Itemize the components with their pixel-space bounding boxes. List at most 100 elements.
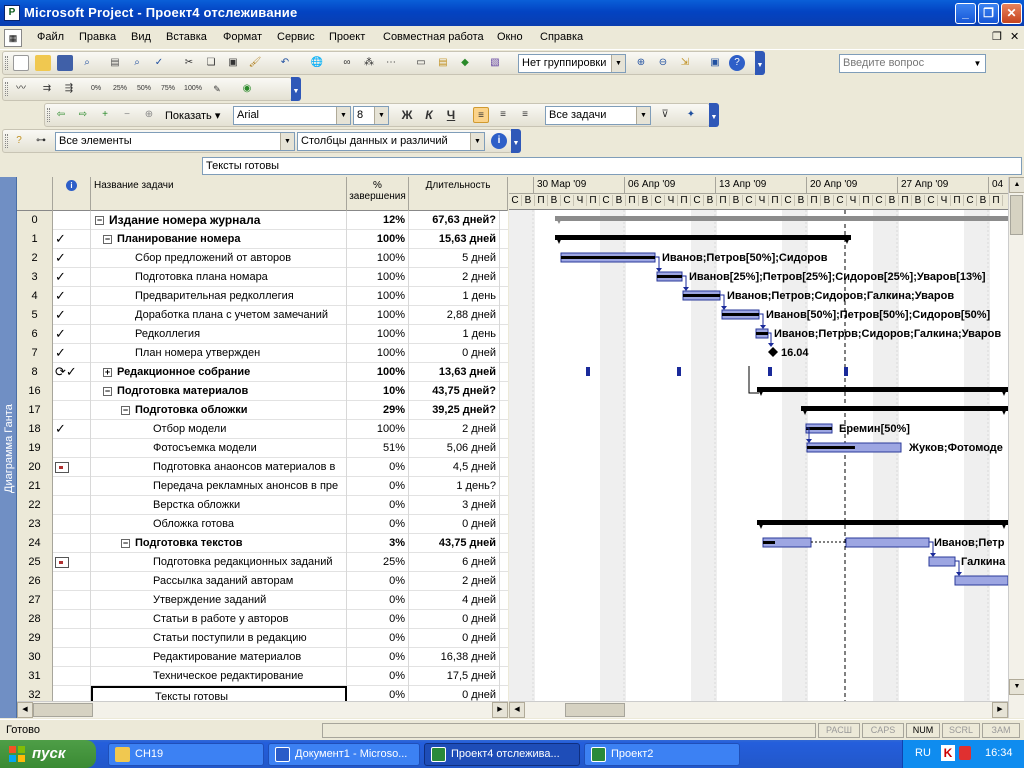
duration-cell[interactable]: 1 день	[409, 287, 500, 306]
pct-complete-cell[interactable]: 51%	[347, 439, 409, 458]
scroll-thumb[interactable]	[565, 703, 625, 717]
row-id[interactable]: 22	[17, 496, 53, 515]
split-task-icon[interactable]: ⋯	[383, 55, 399, 71]
outdent-icon[interactable]: ⇦	[53, 107, 69, 123]
duration-cell[interactable]: 43,75 дней	[409, 534, 500, 553]
task-name-cell[interactable]: Редколлегия	[91, 325, 347, 344]
collaborate-icon[interactable]: ◉	[239, 81, 255, 97]
align-left-icon[interactable]: ≡	[473, 107, 489, 123]
table-row[interactable]: 32 Тексты готовы 0% 0 дней	[17, 686, 508, 701]
row-id[interactable]: 16	[17, 382, 53, 401]
show-all-tasks-icon[interactable]: ⊕	[141, 107, 157, 123]
task-name-cell[interactable]: Сбор предложений от авторов	[91, 249, 347, 268]
task-name-cell[interactable]: − Планирование номера	[91, 230, 347, 249]
table-row[interactable]: 1 ✓ − Планирование номера 100% 15,63 дней	[17, 230, 508, 249]
row-id[interactable]: 27	[17, 591, 53, 610]
unlink-tasks-icon[interactable]: ⁂	[361, 55, 377, 71]
table-row[interactable]: 23 Обложка готова 0% 0 дней	[17, 515, 508, 534]
gantt-wizard-icon[interactable]: ✦	[683, 107, 699, 123]
row-id[interactable]: 17	[17, 401, 53, 420]
search-icon[interactable]: ⌕	[79, 55, 95, 71]
pct-complete-cell[interactable]: 100%	[347, 344, 409, 363]
chevron-down-icon[interactable]: ▼	[280, 133, 294, 150]
task-name-cell[interactable]: Статьи в работе у авторов	[91, 610, 347, 629]
table-row[interactable]: 2 ✓ Сбор предложений от авторов 100% 5 дней	[17, 249, 508, 268]
italic-button[interactable]: К	[421, 107, 437, 123]
pct-75-button[interactable]: 75%	[157, 81, 179, 97]
help-search-input[interactable]: Введите вопрос ▼	[839, 54, 986, 73]
help-icon[interactable]: ?	[729, 55, 745, 71]
elements-select[interactable]: Все элементы ▼	[55, 132, 295, 151]
task-name-cell[interactable]: Подготовка плана номара	[91, 268, 347, 287]
row-id[interactable]: 3	[17, 268, 53, 287]
task-info-icon[interactable]: ▭	[413, 55, 429, 71]
duration-cell[interactable]: 0 дней	[409, 515, 500, 534]
bold-button[interactable]: Ж	[399, 107, 415, 123]
toolbar-options-icon[interactable]: ▼	[511, 129, 521, 153]
pct-complete-cell[interactable]: 0%	[347, 629, 409, 648]
row-id[interactable]: 20	[17, 458, 53, 477]
task-name-cell[interactable]: Отбор модели	[91, 420, 347, 439]
pct-header[interactable]: % завершения	[347, 177, 409, 211]
language-indicator[interactable]: RU	[915, 747, 931, 759]
table-row[interactable]: 4 ✓ Предварительная редколлегия 100% 1 день	[17, 287, 508, 306]
view-bar[interactable]: Диаграмма Ганта	[0, 177, 17, 718]
pct-complete-cell[interactable]: 0%	[347, 515, 409, 534]
align-center-icon[interactable]: ≡	[495, 107, 511, 123]
table-row[interactable]: 18 ✓ Отбор модели 100% 2 дней	[17, 420, 508, 439]
task-name-cell[interactable]: Тексты готовы	[91, 686, 347, 701]
row-id[interactable]: 7	[17, 344, 53, 363]
table-row[interactable]: 27 Утверждение заданий 0% 4 дней	[17, 591, 508, 610]
autofilter-icon[interactable]: ⊽	[657, 107, 673, 123]
compare-icon[interactable]: ⊶	[33, 133, 49, 149]
row-id[interactable]: 30	[17, 648, 53, 667]
hyperlink-icon[interactable]: 🌐	[309, 55, 325, 71]
duration-cell[interactable]: 1 день	[409, 325, 500, 344]
duration-cell[interactable]: 4,5 дней	[409, 458, 500, 477]
table-row[interactable]: 6 ✓ Редколлегия 100% 1 день	[17, 325, 508, 344]
toolbar-options-icon[interactable]: ▼	[709, 103, 719, 127]
duration-cell[interactable]: 5,06 дней	[409, 439, 500, 458]
scroll-right-icon[interactable]: ▶	[492, 702, 508, 718]
task-name-cell[interactable]: Техническое редактирование	[91, 667, 347, 686]
table-row[interactable]: 22 Верстка обложки 0% 3 дней	[17, 496, 508, 515]
pct-complete-cell[interactable]: 100%	[347, 249, 409, 268]
scroll-to-task-icon[interactable]: ⇲	[677, 55, 693, 71]
format-painter-icon[interactable]: 🖌	[247, 55, 263, 71]
duration-cell[interactable]: 67,63 дней?	[409, 211, 500, 230]
duration-cell[interactable]: 13,63 дней	[409, 363, 500, 382]
zoom-out-icon[interactable]: ⊖	[655, 55, 671, 71]
table-row[interactable]: 8 ⟳✓ + Редакционное собрание 100% 13,63 дней	[17, 363, 508, 382]
duration-cell[interactable]: 4 дней	[409, 591, 500, 610]
pct-25-button[interactable]: 25%	[109, 81, 131, 97]
duration-cell[interactable]: 2 дней	[409, 268, 500, 287]
menu-format[interactable]: Формат	[223, 31, 262, 43]
preview-icon[interactable]: ⌕	[129, 55, 145, 71]
entry-field[interactable]: Тексты готовы	[202, 157, 1022, 175]
reschedule-work-icon[interactable]: ⇶	[61, 81, 77, 97]
hide-subtasks-icon[interactable]: −	[119, 107, 135, 123]
taskbar-word[interactable]: Документ1 - Microso...	[268, 743, 420, 766]
table-row[interactable]: 20 Подготовка анаонсов материалов в 0% 4,5 …	[17, 458, 508, 477]
task-notes-icon[interactable]: ▤	[435, 55, 451, 71]
start-button[interactable]: пуск	[0, 740, 96, 768]
save-icon[interactable]	[57, 55, 73, 71]
pct-complete-cell[interactable]: 100%	[347, 420, 409, 439]
row-id[interactable]: 0	[17, 211, 53, 230]
row-id[interactable]: 2	[17, 249, 53, 268]
zoom-in-icon[interactable]: ⊕	[633, 55, 649, 71]
task-name-cell[interactable]: Обложка готова	[91, 515, 347, 534]
indent-icon[interactable]: ⇨	[75, 107, 91, 123]
project-app-icon[interactable]: P	[4, 5, 20, 21]
table-row[interactable]: 29 Статьи поступили в редакцию 0% 0 дней	[17, 629, 508, 648]
row-id[interactable]: 8	[17, 363, 53, 382]
duration-cell[interactable]: 0 дней	[409, 629, 500, 648]
table-row[interactable]: 3 ✓ Подготовка плана номара 100% 2 дней	[17, 268, 508, 287]
restore-button[interactable]: ❐	[978, 3, 999, 24]
chevron-down-icon[interactable]: ▼	[971, 56, 984, 71]
pct-complete-cell[interactable]: 0%	[347, 610, 409, 629]
gantt-chart[interactable]: 30 Мар '09 06 Апр '09 13 Апр '09 20 Апр '09…	[509, 177, 1008, 701]
task-name-cell[interactable]: − Подготовка текстов	[91, 534, 347, 553]
minimize-button[interactable]: _	[955, 3, 976, 24]
pct-complete-cell[interactable]: 0%	[347, 572, 409, 591]
